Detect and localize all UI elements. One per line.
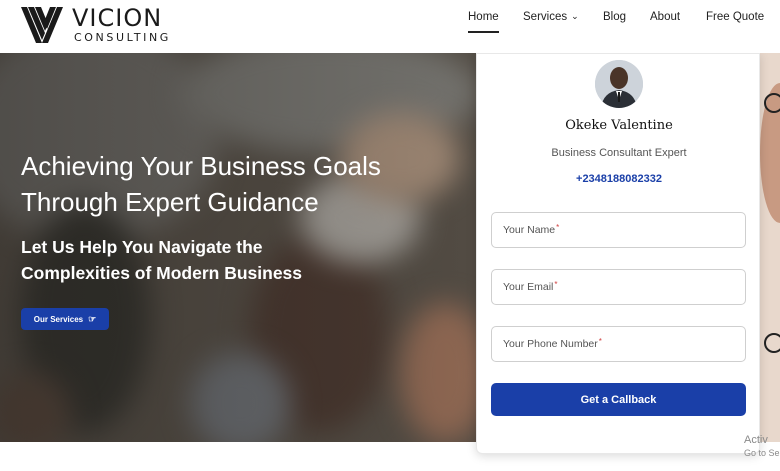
glasses-shape xyxy=(764,93,780,113)
nav-free-quote[interactable]: Free Quote xyxy=(706,11,764,23)
watermark-line: Activ xyxy=(744,434,768,446)
consultant-role: Business Consultant Expert xyxy=(551,147,687,159)
hand-pointing-icon: ☞ xyxy=(88,313,97,324)
get-callback-button[interactable]: Get a Callback xyxy=(491,383,746,416)
watermark-line: Go to Se xyxy=(744,448,780,458)
callback-card: Okeke Valentine Business Consultant Expe… xyxy=(476,53,760,454)
required-mark: * xyxy=(598,336,602,346)
phone-link[interactable]: +2348188082332 xyxy=(477,173,761,185)
activation-watermark: Activ Go to Se xyxy=(744,434,780,460)
nav-home[interactable]: Home xyxy=(468,11,499,33)
main-nav: Home Services ⌄ Blog About Free Quote xyxy=(0,11,780,33)
hero-title-line: Achieving Your Business Goals xyxy=(21,151,381,181)
required-mark: * xyxy=(554,279,558,289)
email-placeholder: Your Email xyxy=(503,281,554,293)
our-services-label: Our Services xyxy=(33,314,84,324)
avatar xyxy=(595,60,643,108)
nav-blog[interactable]: Blog xyxy=(603,11,626,23)
glasses-shape xyxy=(764,333,780,353)
hero-subtitle: Let Us Help You Navigate the Complexitie… xyxy=(21,234,351,286)
consultant-name: Okeke Valentine xyxy=(565,118,673,133)
chevron-down-icon: ⌄ xyxy=(571,11,579,21)
phone-placeholder: Your Phone Number xyxy=(503,338,598,350)
hero-title-line: Through Expert Guidance xyxy=(21,187,319,217)
our-services-button[interactable]: Our Services ☞ xyxy=(21,308,109,330)
hero-subtitle-line: Complexities of Modern Business xyxy=(21,263,303,283)
brand-tagline: CONSULTING xyxy=(74,31,171,44)
hero-right-edge xyxy=(760,53,780,442)
name-field[interactable]: Your Name * xyxy=(491,212,746,248)
hero-subtitle-line: Let Us Help You Navigate the xyxy=(21,237,263,257)
phone-field[interactable]: Your Phone Number * xyxy=(491,326,746,362)
hero-title: Achieving Your Business Goals Through Ex… xyxy=(21,148,451,220)
nav-services[interactable]: Services ⌄ xyxy=(523,11,579,23)
name-placeholder: Your Name xyxy=(503,224,556,236)
avatar-image xyxy=(595,60,643,108)
site-header: VICION CONSULTING Home Services ⌄ Blog Ab… xyxy=(0,0,780,53)
nav-services-label: Services xyxy=(523,11,568,23)
required-mark: * xyxy=(556,222,560,232)
nav-about[interactable]: About xyxy=(650,11,680,23)
email-field[interactable]: Your Email * xyxy=(491,269,746,305)
